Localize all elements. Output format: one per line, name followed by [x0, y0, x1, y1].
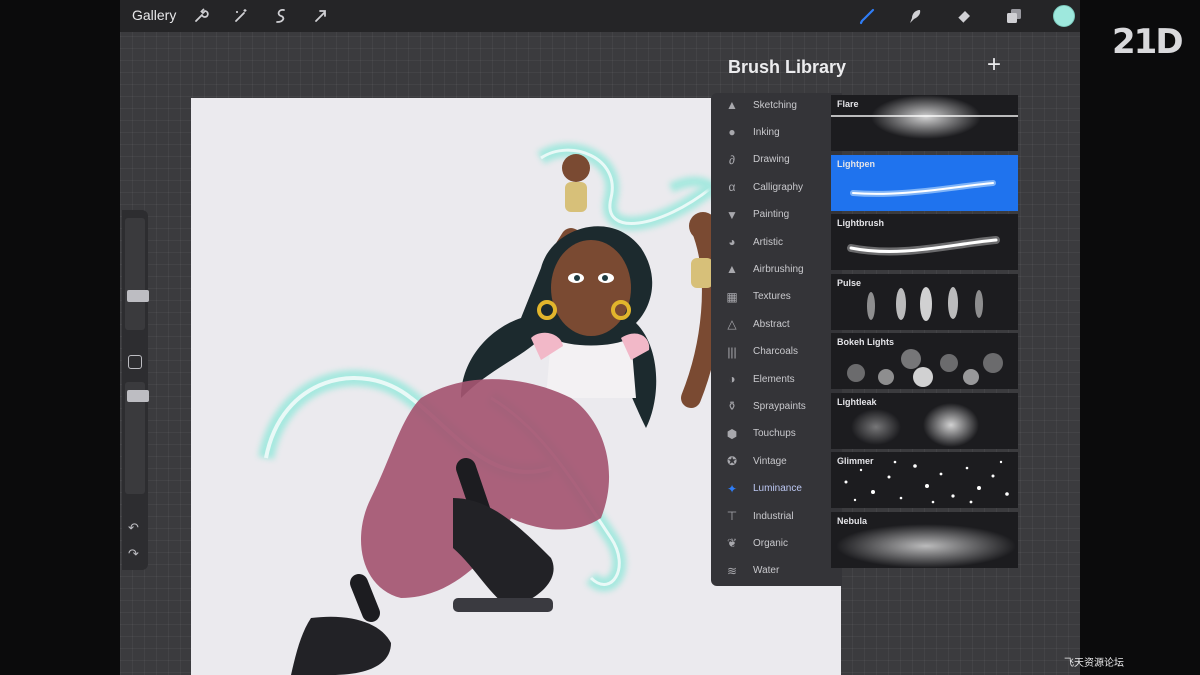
category-painting[interactable]: ▼ Painting [711, 203, 842, 227]
opacity-thumb[interactable] [127, 390, 149, 402]
brush-lightpen[interactable]: Lightpen [831, 154, 1018, 211]
procreate-screen: Gallery ↶ ↷ Brush Library + ▲ Sketching … [120, 0, 1080, 675]
brush-icon[interactable] [856, 5, 878, 27]
charcoal-icon: ||| [727, 344, 737, 359]
yin-yang-icon: ◑ [728, 372, 736, 386]
texture-icon: ▦ [726, 289, 738, 304]
category-touchups[interactable]: ⬢ Touchups [711, 422, 842, 446]
left-letterbox [0, 0, 120, 675]
category-charcoals[interactable]: ||| Charcoals [711, 340, 842, 364]
flare-preview [831, 95, 1018, 139]
ink-drop-icon: ● [728, 125, 736, 140]
redo-icon[interactable]: ↷ [128, 546, 139, 562]
category-calligraphy[interactable]: α Calligraphy [711, 175, 842, 199]
brush-library-panel: Brush Library + ▲ Sketching ● Inking ∂ Draw… [711, 45, 1041, 590]
brush-list: Flare Lightpen Lightbrush Pulse Bokeh Li… [831, 95, 1018, 571]
category-elements[interactable]: ◑ Elements [711, 367, 842, 391]
brush-glimmer[interactable]: Glimmer [831, 452, 1018, 508]
leaf-icon: ❦ [726, 536, 738, 551]
layers-icon[interactable] [1003, 5, 1025, 27]
brush-library-title: Brush Library [728, 57, 847, 77]
category-luminance[interactable]: ✦ Luminance [711, 477, 842, 501]
triangle-icon: △ [727, 317, 737, 332]
brush-nebula[interactable]: Nebula [831, 511, 1018, 568]
star-badge-icon: ✪ [726, 454, 738, 469]
brush-flare[interactable]: Flare [831, 95, 1018, 151]
selection-icon[interactable] [270, 5, 292, 27]
category-inking[interactable]: ● Inking [711, 120, 842, 144]
category-artistic[interactable]: ◕ Artistic [711, 230, 842, 254]
category-airbrushing[interactable]: ▲ Airbrushing [711, 257, 842, 281]
category-organic[interactable]: ❦ Organic [711, 531, 842, 555]
wrench-icon[interactable] [190, 5, 212, 27]
pencil-tip-icon: ▲ [726, 98, 738, 112]
watermark-text: 飞天资源论坛 [1064, 658, 1124, 669]
category-abstract[interactable]: △ Abstract [711, 312, 842, 336]
opacity-slider[interactable] [125, 382, 149, 494]
anvil-icon: ⊤ [726, 509, 738, 523]
brush-lightleak[interactable]: Lightleak [831, 392, 1018, 449]
category-vintage[interactable]: ✪ Vintage [711, 449, 842, 473]
brush-bokeh-lights[interactable]: Bokeh Lights [831, 333, 1018, 389]
category-water[interactable]: ≋ Water [711, 559, 842, 583]
gallery-button[interactable]: Gallery [132, 7, 176, 23]
modify-button[interactable] [128, 355, 142, 369]
waves-icon: ≋ [726, 563, 738, 578]
brush-pulse[interactable]: Pulse [831, 273, 1018, 330]
magic-wand-icon[interactable] [230, 5, 252, 27]
category-industrial[interactable]: ⊤ Industrial [711, 504, 842, 528]
brush-category-list: ▲ Sketching ● Inking ∂ Drawing α Calligraphy… [711, 93, 842, 586]
category-drawing[interactable]: ∂ Drawing [711, 148, 842, 172]
brush-size-thumb[interactable] [127, 290, 149, 302]
left-sidebar: ↶ ↷ [122, 210, 149, 570]
smudge-icon[interactable] [904, 5, 926, 27]
brush-lightbrush[interactable]: Lightbrush [831, 214, 1018, 270]
palette-icon: ◕ [728, 235, 736, 249]
right-letterbox [1080, 0, 1200, 675]
brush-size-slider[interactable] [125, 218, 149, 330]
swirl-icon: ∂ [729, 152, 735, 167]
category-spraypaints[interactable]: ⚱ Spraypaints [711, 394, 842, 418]
paint-brush-icon: ▼ [726, 207, 738, 222]
spray-can-icon: ⚱ [726, 399, 738, 414]
touchup-icon: ⬢ [726, 426, 738, 441]
undo-icon[interactable]: ↶ [128, 520, 139, 536]
transform-arrow-icon[interactable] [310, 5, 332, 27]
eraser-icon[interactable] [953, 5, 975, 27]
channel-logo: 21D [1112, 22, 1184, 62]
color-picker-button[interactable] [1053, 5, 1075, 27]
top-toolbar: Gallery [120, 0, 1080, 32]
category-textures[interactable]: ▦ Textures [711, 285, 842, 309]
sparkle-icon: ✦ [726, 481, 738, 496]
add-brush-button[interactable]: + [987, 51, 1001, 79]
calligraphy-icon: α [728, 180, 736, 195]
airbrush-icon: ▲ [726, 262, 738, 277]
category-sketching[interactable]: ▲ Sketching [711, 93, 842, 117]
